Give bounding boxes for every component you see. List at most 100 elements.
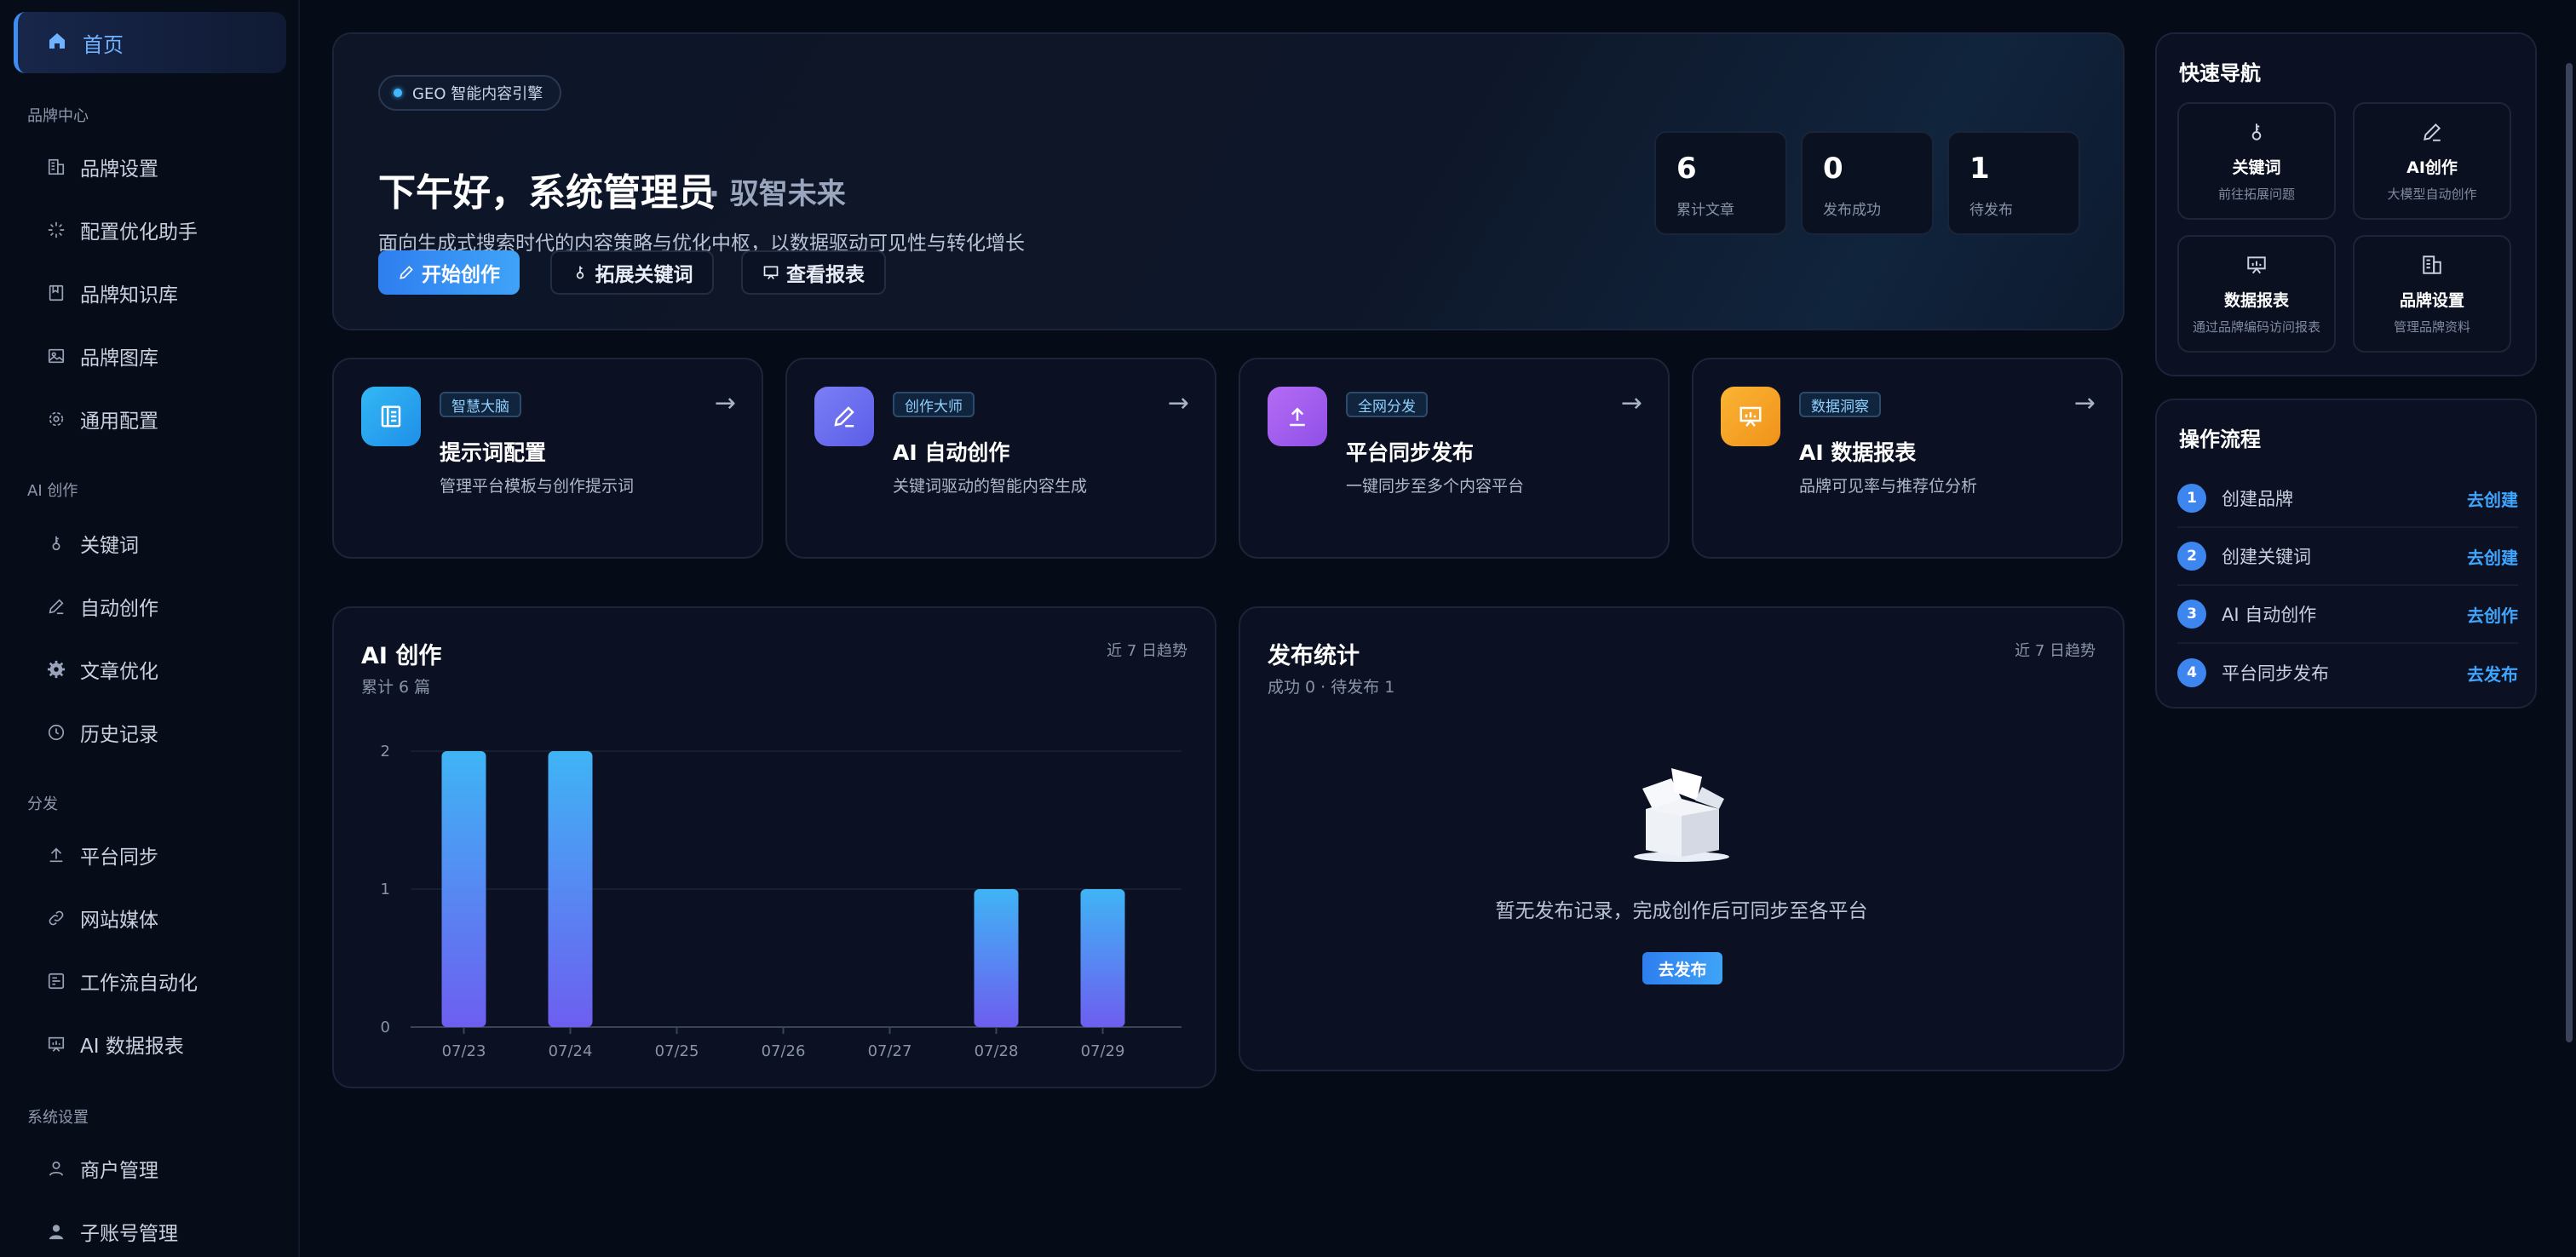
tile-name: AI创作 xyxy=(2406,158,2458,177)
tile-desc: 管理品牌资料 xyxy=(2393,319,2470,335)
quick-nav-brand-settings[interactable]: 品牌设置 管理品牌资料 xyxy=(2353,235,2511,353)
sidebar-item-auto-create[interactable]: 自动创作 xyxy=(44,583,291,630)
sidebar-item-platform-sync[interactable]: 平台同步 xyxy=(44,831,291,879)
publish-stats-panel: 发布统计 成功 0 · 待发布 1 近 7 日趋势 暂无发布记录，完成创作后可同… xyxy=(1239,606,2125,1071)
card-tag: 数据洞察 xyxy=(1799,392,1881,417)
x-tick-label: 07/23 xyxy=(442,1042,486,1060)
card-ai-create[interactable]: 创作大师 → AI 自动创作 关键词驱动的智能内容生成 xyxy=(785,358,1216,559)
status-dot-icon xyxy=(394,89,402,97)
card-desc: 管理平台模板与创作提示词 xyxy=(440,477,635,496)
view-report-button[interactable]: 查看报表 xyxy=(741,250,886,295)
badge-label: GEO 智能内容引擎 xyxy=(412,85,543,103)
card-ai-report[interactable]: 数据洞察 → AI 数据报表 品牌可见率与推荐位分析 xyxy=(1692,358,2123,559)
step-action-link[interactable]: 去创建 xyxy=(2467,486,2518,511)
card-desc: 关键词驱动的智能内容生成 xyxy=(893,477,1088,496)
pen-icon xyxy=(44,594,68,618)
sidebar-item-label: 品牌图库 xyxy=(80,347,158,370)
quick-nav-ai-create[interactable]: AI创作 大模型自动创作 xyxy=(2353,102,2511,220)
greeting-title: 下午好，系统管理员 xyxy=(378,171,716,215)
key-icon xyxy=(572,264,589,281)
sidebar-item-home[interactable]: 首页 xyxy=(14,12,286,73)
step-action-link[interactable]: 去创作 xyxy=(2467,602,2518,627)
sidebar-item-config-assistant[interactable]: 配置优化助手 xyxy=(44,206,291,254)
report-icon xyxy=(1721,387,1780,446)
panel-title: 发布统计 xyxy=(1268,643,1360,669)
x-tick-label: 07/24 xyxy=(549,1042,593,1060)
sidebar-item-sub-accounts[interactable]: 子账号管理 xyxy=(44,1208,291,1255)
quick-nav-report[interactable]: 数据报表 通过品牌编码访问报表 xyxy=(2177,235,2336,353)
sidebar-item-general-config[interactable]: 通用配置 xyxy=(44,395,291,443)
card-tag: 智慧大脑 xyxy=(440,392,521,417)
sidebar-item-label: 品牌设置 xyxy=(80,158,158,181)
hero-panel: GEO 智能内容引擎 下午好，系统管理员 · 驭智未来 面向生成式搜索时代的内容… xyxy=(332,32,2125,330)
y-tick-label: 0 xyxy=(381,1019,390,1036)
sidebar-item-keywords[interactable]: 关键词 xyxy=(44,519,291,567)
trend-label: 近 7 日趋势 xyxy=(2015,642,2096,660)
home-icon xyxy=(47,31,67,55)
clock-icon xyxy=(44,720,68,744)
step-number: 1 xyxy=(2177,484,2206,513)
quick-nav-keywords[interactable]: 关键词 前往拓展问题 xyxy=(2177,102,2336,220)
arrow-right-icon: → xyxy=(1620,388,1642,418)
x-tick-label: 07/26 xyxy=(762,1042,806,1060)
stat-total-articles: 6 累计文章 xyxy=(1654,131,1787,235)
flow-step: 2 创建关键词 去创建 xyxy=(2177,528,2518,586)
book-icon xyxy=(44,281,68,305)
x-tick-label: 07/29 xyxy=(1081,1042,1125,1060)
card-platform-sync[interactable]: 全网分发 → 平台同步发布 一键同步至多个内容平台 xyxy=(1239,358,1670,559)
flow-step: 4 平台同步发布 去发布 xyxy=(2177,644,2518,702)
arrow-right-icon: → xyxy=(1167,388,1189,418)
sidebar-group-ai: AI 创作 xyxy=(27,482,78,500)
sidebar-item-gallery[interactable]: 品牌图库 xyxy=(44,332,291,380)
card-title: 平台同步发布 xyxy=(1346,440,1475,465)
sidebar-item-label: 品牌知识库 xyxy=(80,284,178,307)
expand-keywords-button[interactable]: 拓展关键词 xyxy=(550,250,714,295)
y-tick-label: 1 xyxy=(381,881,390,898)
sidebar-item-knowledge[interactable]: 品牌知识库 xyxy=(44,269,291,317)
arrow-right-icon: → xyxy=(714,388,736,418)
tile-name: 关键词 xyxy=(2232,158,2281,177)
sidebar-group-distribute: 分发 xyxy=(27,795,58,813)
gear-icon xyxy=(44,407,68,431)
step-action-link[interactable]: 去发布 xyxy=(2467,661,2518,686)
bar-07/23[interactable] xyxy=(441,751,486,1027)
sidebar-item-label: 首页 xyxy=(83,32,124,57)
sidebar-item-label: 工作流自动化 xyxy=(80,973,198,995)
sidebar-item-label: 历史记录 xyxy=(80,724,158,746)
stat-label: 累计文章 xyxy=(1676,202,1734,219)
sidebar-item-label: 文章优化 xyxy=(80,661,158,683)
step-action-link[interactable]: 去创建 xyxy=(2467,544,2518,569)
bar-07/24[interactable] xyxy=(548,751,593,1027)
card-prompt-config[interactable]: 智慧大脑 → 提示词配置 管理平台模板与创作提示词 xyxy=(332,358,763,559)
stat-value: 6 xyxy=(1676,152,1697,186)
stat-label: 发布成功 xyxy=(1823,202,1881,219)
card-title: AI 自动创作 xyxy=(893,440,1010,465)
stat-value: 0 xyxy=(1823,152,1843,186)
bar-07/29[interactable] xyxy=(1080,889,1125,1027)
sidebar-item-brand-settings[interactable]: 品牌设置 xyxy=(44,143,291,191)
report-icon xyxy=(2245,254,2268,279)
step-label: 创建品牌 xyxy=(2222,489,2293,509)
flow-step: 1 创建品牌 去创建 xyxy=(2177,470,2518,528)
go-publish-button[interactable]: 去发布 xyxy=(1642,952,1722,984)
x-tick-label: 07/27 xyxy=(868,1042,912,1060)
panel-title: 操作流程 xyxy=(2179,428,2261,451)
tile-desc: 前往拓展问题 xyxy=(2217,187,2295,202)
cog-filled-icon xyxy=(44,657,68,681)
sidebar-group-system: 系统设置 xyxy=(27,1109,89,1127)
sidebar-item-ai-report[interactable]: AI 数据报表 xyxy=(44,1020,291,1068)
flow-step: 3 AI 自动创作 去创作 xyxy=(2177,586,2518,644)
bar-07/28[interactable] xyxy=(974,889,1019,1027)
card-desc: 品牌可见率与推荐位分析 xyxy=(1799,477,1978,496)
start-create-button[interactable]: 开始创作 xyxy=(378,250,520,295)
step-number: 3 xyxy=(2177,600,2206,628)
document-icon xyxy=(361,387,421,446)
sidebar-item-history[interactable]: 历史记录 xyxy=(44,709,291,756)
stat-pending: 1 待发布 xyxy=(1947,131,2080,235)
sidebar-item-merchants[interactable]: 商户管理 xyxy=(44,1145,291,1192)
tile-name: 数据报表 xyxy=(2223,291,2289,310)
scrollbar[interactable] xyxy=(2566,63,2573,1042)
sidebar-item-workflow[interactable]: 工作流自动化 xyxy=(44,957,291,1005)
sidebar-item-article-optimize[interactable]: 文章优化 xyxy=(44,646,291,693)
sidebar-item-media[interactable]: 网站媒体 xyxy=(44,894,291,942)
